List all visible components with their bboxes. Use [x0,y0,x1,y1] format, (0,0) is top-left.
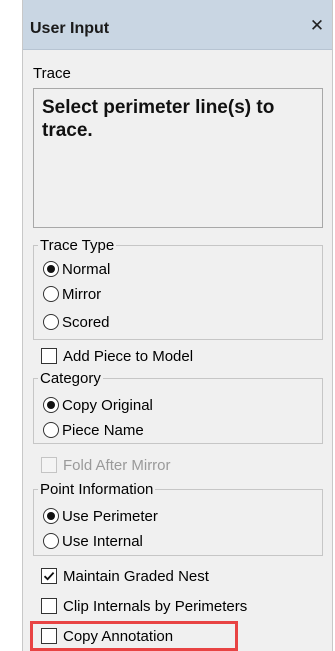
trace-type-label: Trace Type [40,237,115,254]
panel-titlebar: User Input ✕ [23,0,332,50]
radio-mirror-indicator[interactable] [43,286,59,302]
maintain-graded-nest-label: Maintain Graded Nest [63,567,209,585]
trace-label: Trace [33,65,71,82]
fold-after-mirror-label: Fold After Mirror [63,456,171,474]
fold-after-mirror-checkbox: Fold After Mirror [41,454,171,476]
radio-mirror[interactable]: Mirror [43,283,101,305]
radio-piece-name-indicator[interactable] [43,422,59,438]
add-piece-box[interactable] [41,348,57,364]
add-piece-checkbox[interactable]: Add Piece to Model [41,345,193,367]
radio-normal[interactable]: Normal [43,258,110,280]
radio-copy-original-label: Copy Original [62,396,153,414]
radio-normal-indicator[interactable] [43,261,59,277]
maintain-graded-nest-checkbox[interactable]: Maintain Graded Nest [41,565,209,587]
copy-annotation-label: Copy Annotation [63,627,174,645]
radio-piece-name[interactable]: Piece Name [43,419,144,441]
close-icon[interactable]: ✕ [308,17,326,35]
clip-internals-checkbox[interactable]: Clip Internals by Perimeters [41,595,247,617]
add-piece-label: Add Piece to Model [63,347,194,365]
instruction-box: Select perimeter line(s) to trace. [33,88,323,228]
fold-after-mirror-box [41,457,57,473]
radio-use-perimeter-label: Use Perimeter [62,507,158,525]
maintain-graded-nest-box[interactable] [41,568,57,584]
radio-use-internal-indicator[interactable] [43,533,59,549]
instruction-text: Select perimeter line(s) to trace. [42,97,275,141]
clip-internals-label: Clip Internals by Perimeters [63,597,248,615]
radio-mirror-label: Mirror [62,285,102,303]
panel-title: User Input [30,20,110,37]
point-information-label: Point Information [40,481,154,498]
radio-scored-indicator[interactable] [43,314,59,330]
radio-scored[interactable]: Scored [43,311,110,333]
radio-use-internal-label: Use Internal [62,532,143,550]
clip-internals-box[interactable] [41,598,57,614]
user-input-panel: User Input ✕ Trace Select perimeter line… [22,0,333,651]
radio-normal-label: Normal [62,260,111,278]
radio-piece-name-label: Piece Name [62,421,144,439]
copy-annotation-box[interactable] [41,628,57,644]
category-label: Category [40,370,101,387]
radio-use-perimeter-indicator[interactable] [43,508,59,524]
radio-use-perimeter[interactable]: Use Perimeter [43,505,158,527]
copy-annotation-checkbox[interactable]: Copy Annotation [41,625,173,647]
radio-copy-original[interactable]: Copy Original [43,394,153,416]
checkmark-icon [43,571,55,581]
radio-copy-original-indicator[interactable] [43,397,59,413]
radio-scored-label: Scored [62,313,110,331]
radio-use-internal[interactable]: Use Internal [43,530,143,552]
